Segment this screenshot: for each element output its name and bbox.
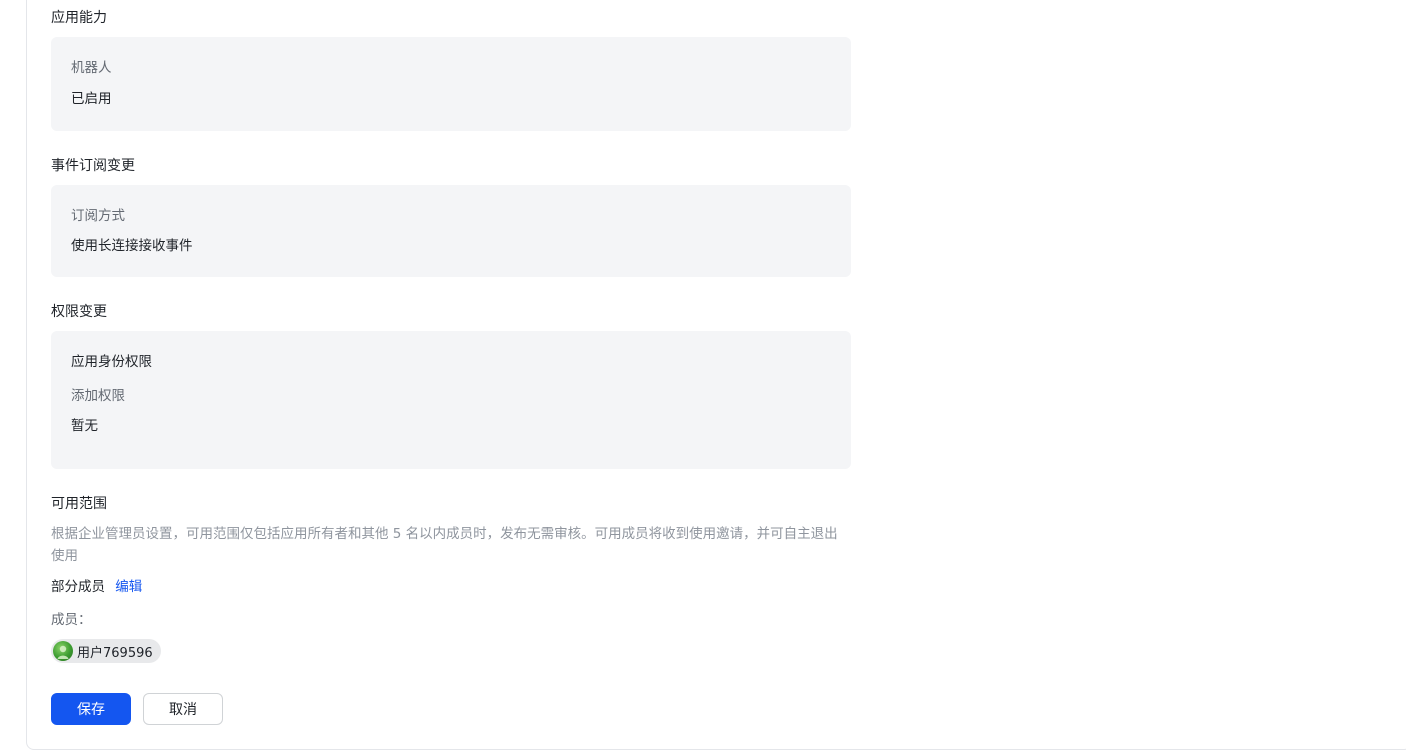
add-permission-label: 添加权限 bbox=[71, 388, 125, 404]
cancel-button[interactable]: 取消 bbox=[143, 693, 223, 725]
subscription-method-label: 订阅方式 bbox=[71, 208, 125, 224]
member-chip: 用户769596 bbox=[51, 639, 161, 663]
section-title-event-subscription: 事件订阅变更 bbox=[51, 158, 135, 174]
availability-description: 根据企业管理员设置，可用范围仅包括应用所有者和其他 5 名以内成员时，发布无需审… bbox=[51, 526, 838, 564]
bot-label: 机器人 bbox=[71, 60, 112, 76]
section-title-permission: 权限变更 bbox=[51, 304, 107, 320]
bot-status-value: 已启用 bbox=[71, 91, 112, 107]
scope-row: 部分成员 编辑 bbox=[51, 577, 142, 597]
user-avatar-icon bbox=[53, 641, 73, 661]
subscription-method-value: 使用长连接接收事件 bbox=[71, 238, 193, 254]
save-button[interactable]: 保存 bbox=[51, 693, 131, 725]
section-title-app-ability: 应用能力 bbox=[51, 10, 107, 26]
permission-box: 应用身份权限 添加权限 暂无 bbox=[51, 331, 851, 469]
scope-value: 部分成员 bbox=[51, 579, 105, 595]
add-permission-value: 暂无 bbox=[71, 418, 98, 434]
section-title-availability: 可用范围 bbox=[51, 496, 107, 512]
members-label: 成员： bbox=[51, 612, 92, 628]
event-subscription-box: 订阅方式 使用长连接接收事件 bbox=[51, 185, 851, 277]
app-ability-box: 机器人 已启用 bbox=[51, 37, 851, 131]
member-name: 用户769596 bbox=[77, 645, 153, 661]
edit-scope-link[interactable]: 编辑 bbox=[115, 579, 142, 595]
app-identity-permission-title: 应用身份权限 bbox=[71, 354, 152, 370]
